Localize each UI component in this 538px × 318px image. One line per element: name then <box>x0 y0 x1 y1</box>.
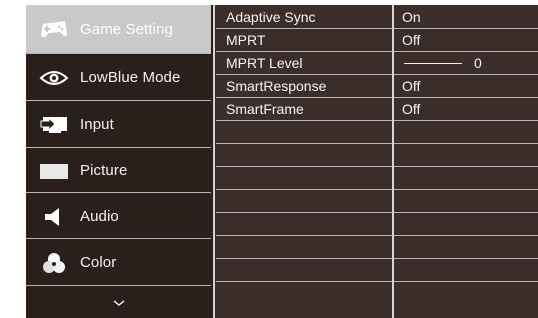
row-divider <box>394 143 538 144</box>
row-divider <box>216 212 392 213</box>
scroll-more-button[interactable] <box>26 295 211 311</box>
menu-item-label: Game Setting <box>80 20 173 38</box>
menu-item-label: Input <box>80 116 114 133</box>
row-divider <box>394 258 538 259</box>
setting-mprt-level[interactable]: MPRT Level <box>216 54 303 72</box>
picture-icon <box>38 160 70 182</box>
menu-divider <box>26 53 211 54</box>
row-divider <box>216 166 392 167</box>
row-divider <box>394 166 538 167</box>
mprt-level-slider[interactable]: 0 <box>394 54 538 72</box>
setting-mprt[interactable]: MPRT <box>216 31 265 49</box>
slider-track[interactable] <box>404 63 462 64</box>
row-divider <box>216 258 392 259</box>
menu-divider <box>26 238 211 239</box>
row-divider <box>216 120 392 121</box>
chevron-down-icon <box>112 294 126 312</box>
row-divider <box>216 51 392 52</box>
menu-item-game-setting[interactable]: Game Setting <box>26 5 211 53</box>
setting-adaptive-sync[interactable]: Adaptive Sync <box>216 8 316 26</box>
menu-divider <box>26 192 211 193</box>
row-divider <box>216 281 392 282</box>
value-mprt[interactable]: Off <box>394 31 420 49</box>
row-divider <box>216 74 392 75</box>
row-divider <box>216 235 392 236</box>
row-divider <box>394 51 538 52</box>
row-divider <box>394 235 538 236</box>
row-divider <box>394 28 538 29</box>
color-icon <box>38 252 70 274</box>
value-smartframe[interactable]: Off <box>394 100 420 118</box>
setting-smartresponse[interactable]: SmartResponse <box>216 77 326 95</box>
row-divider <box>394 74 538 75</box>
menu-item-picture[interactable]: Picture <box>26 148 211 193</box>
menu-item-audio[interactable]: Audio <box>26 194 211 239</box>
menu-item-color[interactable]: Color <box>26 240 211 285</box>
menu-divider <box>26 285 211 286</box>
menu-item-label: Color <box>80 254 117 271</box>
row-divider <box>394 97 538 98</box>
settings-list: Adaptive Sync MPRT MPRT Level SmartRespo… <box>216 5 392 318</box>
values-list: On Off 0 Off Off <box>394 5 538 318</box>
value-smartresponse[interactable]: Off <box>394 77 420 95</box>
row-divider <box>216 97 392 98</box>
value-adaptive-sync[interactable]: On <box>394 8 421 26</box>
row-divider <box>394 212 538 213</box>
row-divider <box>216 189 392 190</box>
input-icon <box>38 114 70 136</box>
speaker-icon <box>38 206 70 228</box>
menu-item-label: Audio <box>80 208 119 225</box>
row-divider <box>394 189 538 190</box>
row-divider <box>394 281 538 282</box>
gamepad-icon <box>38 18 70 40</box>
menu-item-label: Picture <box>80 162 128 179</box>
eye-icon <box>38 67 70 89</box>
menu-item-lowblue-mode[interactable]: LowBlue Mode <box>26 55 211 100</box>
osd-panel: Game Setting LowBlue Mode Input Picture … <box>26 5 538 318</box>
setting-smartframe[interactable]: SmartFrame <box>216 100 304 118</box>
slider-value: 0 <box>474 55 482 71</box>
row-divider <box>394 120 538 121</box>
menu-item-label: LowBlue Mode <box>80 69 181 86</box>
row-divider <box>216 143 392 144</box>
column-divider <box>213 5 215 318</box>
menu-item-input[interactable]: Input <box>26 102 211 147</box>
main-menu: Game Setting LowBlue Mode Input Picture … <box>26 5 214 318</box>
row-divider <box>216 28 392 29</box>
menu-divider <box>26 100 211 101</box>
